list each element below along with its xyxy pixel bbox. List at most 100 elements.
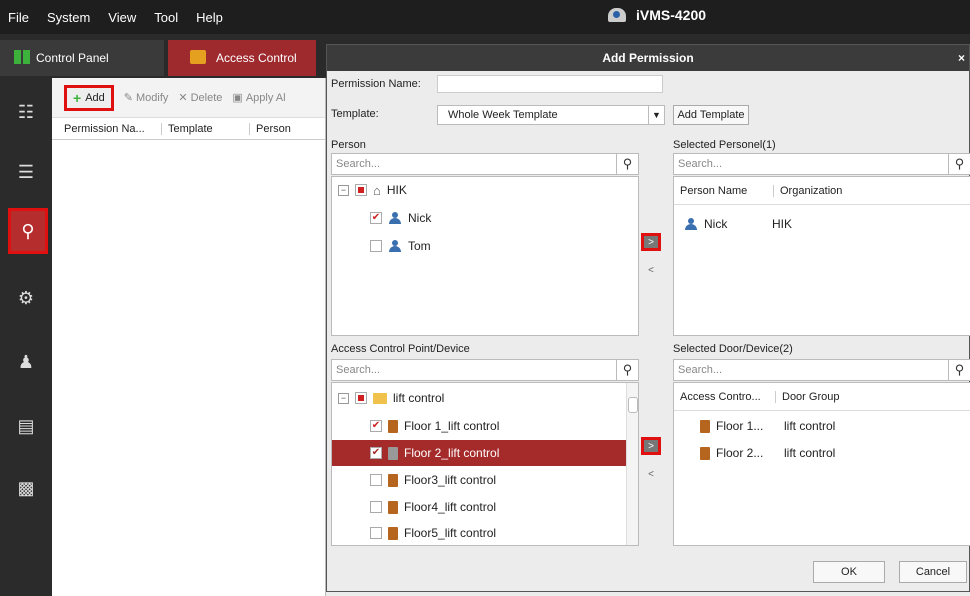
tree-item-floor5[interactable]: Floor5_lift control <box>370 520 496 545</box>
close-icon[interactable]: × <box>958 45 965 71</box>
acp-search-input[interactable]: Search... ⚲ <box>331 359 639 381</box>
col-person-name[interactable]: Person Name <box>680 184 774 197</box>
search-icon[interactable]: ⚲ <box>616 360 638 380</box>
acp-search-placeholder: Search... <box>336 364 381 376</box>
template-select[interactable]: Whole Week Template ▼ <box>437 105 665 125</box>
tree-item-label: Tom <box>408 239 431 253</box>
tree-item-floor4[interactable]: Floor4_lift control <box>370 494 496 520</box>
permission-shield-icon[interactable]: ⚲ <box>8 208 48 254</box>
menu-tool[interactable]: Tool <box>154 10 178 25</box>
menu-view[interactable]: View <box>108 10 136 25</box>
acp-label: Access Control Point/Device <box>331 343 470 355</box>
device-controller-icon[interactable]: ▩ <box>14 476 38 500</box>
permission-name-input[interactable] <box>437 75 663 93</box>
tree-root-lift-control[interactable]: − lift control <box>338 385 444 411</box>
delete-button[interactable]: ✕ Delete <box>178 91 222 105</box>
remove-person-arrow-button[interactable]: < <box>641 261 661 279</box>
acp-tree: − lift control ✔ Floor 1_lift control ✔ … <box>331 382 639 546</box>
permission-name-label: Permission Name: <box>331 78 421 90</box>
door-icon <box>388 446 398 460</box>
report-search-icon[interactable]: ▤ <box>14 414 38 438</box>
col-permission-name[interactable]: Permission Na... <box>64 122 162 135</box>
tree-item-floor2[interactable]: ✔ Floor 2_lift control <box>370 440 499 466</box>
door-icon <box>388 500 398 514</box>
tab-control-panel[interactable]: Control Panel <box>0 40 164 76</box>
tab-access-control[interactable]: Access Control <box>168 40 316 76</box>
add-person-arrow-button[interactable]: > <box>641 233 661 251</box>
checked-checkbox[interactable]: ✔ <box>370 212 382 224</box>
modify-label: Modify <box>135 91 169 104</box>
template-value: Whole Week Template <box>448 109 558 121</box>
list-item[interactable]: Nick HIK <box>684 211 792 237</box>
col-door-group[interactable]: Door Group <box>782 391 839 403</box>
modify-button[interactable]: ✎ Modify <box>123 91 169 105</box>
device-tree-icon[interactable]: ☷ <box>14 100 38 124</box>
menu-bar: File System View Tool Help iVMS-4200 <box>0 0 970 34</box>
add-template-button[interactable]: Add Template <box>673 105 749 125</box>
scrollbar[interactable] <box>626 383 638 545</box>
menu-help[interactable]: Help <box>196 10 223 25</box>
unchecked-checkbox[interactable] <box>370 501 382 513</box>
add-door-arrow-button[interactable]: > <box>641 437 661 455</box>
selected-person-search-input[interactable]: Search... ⚲ <box>673 153 970 175</box>
list-item[interactable]: Floor 1... lift control <box>700 413 835 439</box>
unchecked-checkbox[interactable] <box>370 474 382 486</box>
apply-label: Apply Al <box>245 91 286 104</box>
cancel-button[interactable]: Cancel <box>899 561 967 583</box>
edit-icon: ✎ <box>123 92 133 104</box>
apply-all-button[interactable]: ▣ Apply Al <box>232 91 286 105</box>
tree-item-label: Floor3_lift control <box>404 473 497 487</box>
tree-root-hik[interactable]: − ⌂ HIK <box>338 177 407 203</box>
door-group: lift control <box>784 446 836 460</box>
col-organization[interactable]: Organization <box>780 185 842 197</box>
tree-item-label: Floor4_lift control <box>404 500 497 514</box>
folder-icon <box>373 392 387 404</box>
unchecked-checkbox[interactable] <box>370 240 382 252</box>
tree-root-label: HIK <box>386 183 407 197</box>
tree-item-nick[interactable]: ✔ Nick <box>370 205 431 231</box>
permission-table-header: Permission Na... Template Person <box>52 118 325 140</box>
partial-checkbox[interactable] <box>355 392 367 404</box>
list-item[interactable]: Floor 2... lift control <box>700 440 835 466</box>
search-icon[interactable]: ⚲ <box>616 154 638 174</box>
toolbar: + Add ✎ Modify ✕ Delete ▣ Apply Al <box>52 78 325 118</box>
person-org: HIK <box>772 217 793 231</box>
clipboard-clock-icon[interactable]: ☰ <box>14 160 38 184</box>
ok-button[interactable]: OK <box>813 561 885 583</box>
checked-checkbox[interactable]: ✔ <box>370 447 382 459</box>
tree-item-floor1[interactable]: ✔ Floor 1_lift control <box>370 413 499 439</box>
search-icon[interactable]: ⚲ <box>948 154 970 174</box>
gears-icon[interactable]: ⚙ <box>14 286 38 310</box>
unchecked-checkbox[interactable] <box>370 527 382 539</box>
col-person[interactable]: Person <box>256 123 295 135</box>
collapse-icon[interactable]: − <box>338 392 349 404</box>
tree-item-floor3[interactable]: Floor3_lift control <box>370 467 496 493</box>
person-settings-icon[interactable]: ♟ <box>14 350 38 374</box>
door-icon <box>190 50 206 64</box>
permission-list-panel: + Add ✎ Modify ✕ Delete ▣ Apply Al Permi… <box>52 78 326 596</box>
person-search-input[interactable]: Search... ⚲ <box>331 153 639 175</box>
remove-door-arrow-button[interactable]: < <box>641 465 661 483</box>
selected-door-search-input[interactable]: Search... ⚲ <box>673 359 970 381</box>
menu-system[interactable]: System <box>47 10 90 25</box>
grid-icon <box>14 50 30 64</box>
scrollbar-thumb[interactable] <box>628 397 638 413</box>
menu-file[interactable]: File <box>8 10 29 25</box>
camera-logo-icon <box>608 8 626 22</box>
door-name: Floor 2... <box>716 446 764 460</box>
tree-item-label: Nick <box>408 211 432 225</box>
door-icon <box>388 419 398 433</box>
collapse-icon[interactable]: − <box>338 184 349 196</box>
door-icon <box>700 446 710 460</box>
tree-item-tom[interactable]: Tom <box>370 233 431 259</box>
partial-checkbox[interactable] <box>355 184 367 196</box>
selected-door-header: Access Contro... Door Group <box>674 383 970 411</box>
selected-door-search-placeholder: Search... <box>678 364 723 376</box>
col-access-control[interactable]: Access Contro... <box>680 390 776 403</box>
search-icon[interactable]: ⚲ <box>948 360 970 380</box>
checked-checkbox[interactable]: ✔ <box>370 420 382 432</box>
dialog-title: Add Permission <box>602 51 694 65</box>
add-button[interactable]: + Add <box>64 84 114 111</box>
col-template[interactable]: Template <box>168 122 250 135</box>
selected-person-list: Person Name Organization Nick HIK <box>673 176 970 336</box>
